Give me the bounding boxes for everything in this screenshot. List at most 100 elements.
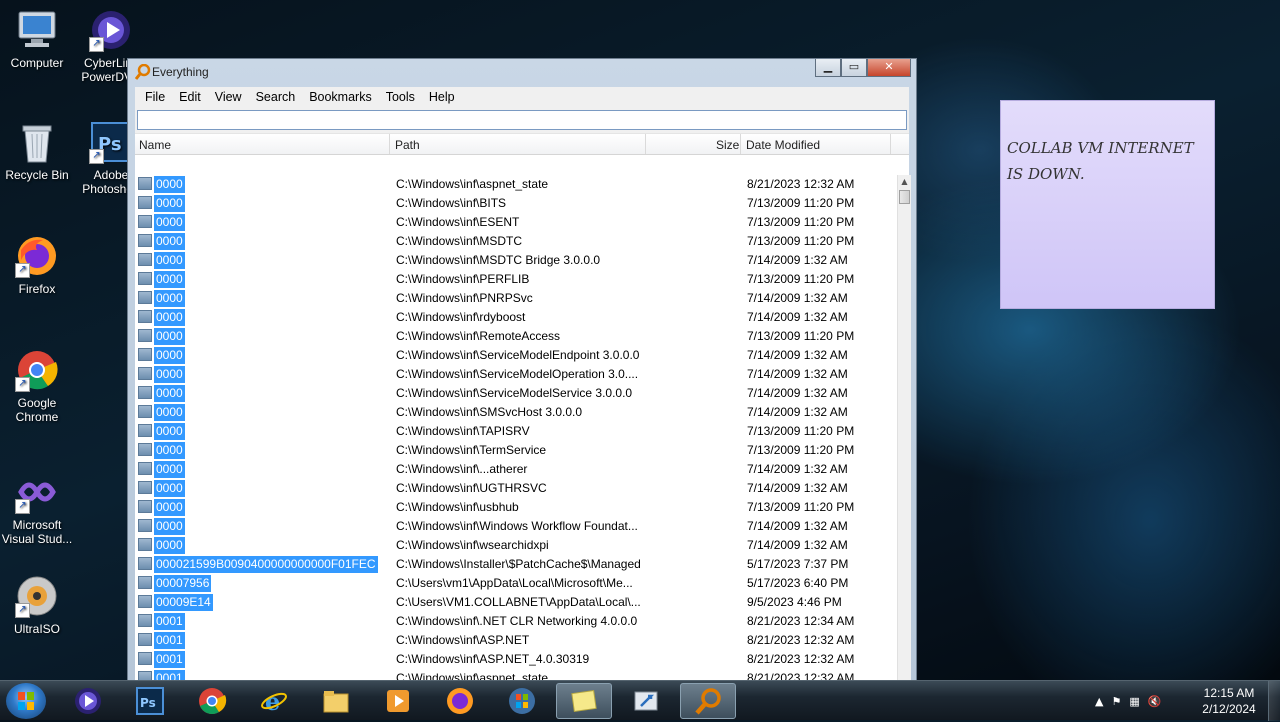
folder-icon — [138, 367, 152, 380]
scroll-thumb[interactable] — [899, 190, 910, 204]
taskbar-file-explorer[interactable] — [308, 683, 364, 719]
folder-icon — [138, 443, 152, 456]
taskbar-installer[interactable] — [618, 683, 674, 719]
desktop-icon-visual-studio[interactable]: ↗ Microsoft Visual Stud... — [0, 470, 74, 546]
desktop-icon-recycle-bin[interactable]: Recycle Bin — [0, 120, 74, 182]
menu-help[interactable]: Help — [422, 90, 462, 104]
row-date-modified: 7/13/2009 11:20 PM — [747, 329, 855, 343]
results-list[interactable]: 0000 C:\Windows\inf\aspnet_state 8/21/2023… — [135, 175, 895, 703]
column-divider[interactable] — [890, 134, 891, 154]
column-divider[interactable] — [740, 134, 741, 154]
table-row[interactable]: 0000 C:\Windows\inf\TAPISRV 7/13/2009 11:2… — [135, 422, 895, 441]
table-row[interactable]: 0001 C:\Windows\inf\.NET CLR Networking 4… — [135, 612, 895, 631]
table-row[interactable]: 0000 C:\Windows\inf\aspnet_state 8/21/2023… — [135, 175, 895, 194]
table-row[interactable]: 00007956 C:\Users\vm1\AppData\Local\Micro… — [135, 574, 895, 593]
search-input[interactable] — [137, 110, 907, 130]
row-date-modified: 9/5/2023 4:46 PM — [747, 595, 842, 609]
column-header-name[interactable]: Name — [139, 138, 171, 152]
desktop-icon-chrome[interactable]: ↗ Google Chrome — [0, 348, 74, 424]
row-name: 0000 — [154, 271, 185, 288]
table-row[interactable]: 000021599B0090400000000000F01FEC C:\Windo… — [135, 555, 895, 574]
column-header-date-modified[interactable]: Date Modified — [746, 138, 820, 152]
show-desktop-button[interactable] — [1268, 681, 1280, 721]
table-row[interactable]: 0000 C:\Windows\inf\...atherer 7/14/2009 1… — [135, 460, 895, 479]
table-row[interactable]: 0000 C:\Windows\inf\ServiceModelOperation… — [135, 365, 895, 384]
close-button[interactable]: ✕ — [867, 59, 911, 77]
table-row[interactable]: 0000 C:\Windows\inf\usbhub 7/13/2009 11:20… — [135, 498, 895, 517]
taskbar-chrome[interactable] — [184, 683, 240, 719]
taskbar-firefox[interactable] — [432, 683, 488, 719]
menu-bookmarks[interactable]: Bookmarks — [302, 90, 379, 104]
table-row[interactable]: 0000 C:\Windows\inf\SMSvcHost 3.0.0.0 7/14… — [135, 403, 895, 422]
magnifier-icon — [695, 688, 721, 715]
taskbar-windows-logo[interactable] — [494, 683, 550, 719]
taskbar-media-player[interactable] — [60, 683, 116, 719]
row-date-modified: 7/14/2009 1:32 AM — [747, 310, 848, 324]
show-hidden-icons-icon[interactable]: ▲ — [1095, 695, 1103, 708]
column-header-size[interactable]: Size — [716, 138, 739, 152]
taskbar-sticky-notes[interactable] — [556, 683, 612, 719]
sticky-note-text[interactable]: COLLAB VM INTERNET IS DOWN. — [1007, 139, 1194, 183]
table-row[interactable]: 0000 C:\Windows\inf\PNRPSvc 7/14/2009 1:32… — [135, 289, 895, 308]
folder-icon — [138, 253, 152, 266]
folder-icon — [138, 500, 152, 513]
table-row[interactable]: 0000 C:\Windows\inf\UGTHRSVC 7/14/2009 1:3… — [135, 479, 895, 498]
menu-tools[interactable]: Tools — [379, 90, 422, 104]
menu-edit[interactable]: Edit — [172, 90, 208, 104]
row-path: C:\Windows\inf\TermService — [396, 443, 547, 457]
folder-icon — [138, 348, 152, 361]
row-date-modified: 7/14/2009 1:32 AM — [747, 519, 848, 533]
table-row[interactable]: 0000 C:\Windows\inf\Windows Workflow Foun… — [135, 517, 895, 536]
table-row[interactable]: 0000 C:\Windows\inf\PERFLIB 7/13/2009 11:2… — [135, 270, 895, 289]
table-row[interactable]: 0000 C:\Windows\inf\rdyboost 7/14/2009 1:3… — [135, 308, 895, 327]
shortcut-arrow-icon: ↗ — [15, 263, 30, 278]
row-path: C:\Users\VM1.COLLABNET\AppData\Local\... — [396, 595, 641, 609]
column-divider[interactable] — [645, 134, 646, 154]
menu-file[interactable]: File — [138, 90, 172, 104]
row-name: 0000 — [154, 499, 185, 516]
table-row[interactable]: 0000 C:\Windows\inf\ServiceModelEndpoint … — [135, 346, 895, 365]
minimize-button[interactable]: ▁ — [815, 59, 841, 77]
table-row[interactable]: 0000 C:\Windows\inf\wsearchidxpi 7/14/2009… — [135, 536, 895, 555]
taskbar-media-center[interactable] — [370, 683, 426, 719]
table-row[interactable]: 0000 C:\Windows\inf\RemoteAccess 7/13/2009… — [135, 327, 895, 346]
table-row[interactable]: 0000 C:\Windows\inf\TermService 7/13/2009 … — [135, 441, 895, 460]
vertical-scrollbar[interactable]: ▲ — [897, 175, 911, 715]
table-row[interactable]: 0000 C:\Windows\inf\ServiceModelService 3… — [135, 384, 895, 403]
row-name: 0000 — [154, 214, 185, 231]
menu-view[interactable]: View — [208, 90, 249, 104]
start-button[interactable] — [6, 683, 46, 719]
row-date-modified: 7/14/2009 1:32 AM — [747, 253, 848, 267]
minimize-icon: ▁ — [823, 60, 833, 73]
table-row[interactable]: 00009E14 C:\Users\VM1.COLLABNET\AppData\L… — [135, 593, 895, 612]
action-center-flag-icon[interactable]: ⚑ — [1111, 695, 1121, 708]
maximize-button[interactable]: ▭ — [841, 59, 867, 77]
row-date-modified: 7/14/2009 1:32 AM — [747, 348, 848, 362]
menu-search[interactable]: Search — [249, 90, 303, 104]
desktop-icon-ultraiso[interactable]: ↗ UltraISO — [0, 574, 74, 636]
clock[interactable]: 12:15 AM 2/12/2024 — [1196, 685, 1262, 717]
table-row[interactable]: 0000 C:\Windows\inf\MSDTC 7/13/2009 11:20 … — [135, 232, 895, 251]
volume-muted-icon[interactable]: 🔇 — [1148, 695, 1162, 708]
title-bar[interactable]: Everything ▁ ▭ ✕ — [128, 59, 916, 87]
row-date-modified: 8/21/2023 12:34 AM — [747, 614, 855, 628]
column-divider[interactable] — [389, 134, 390, 154]
table-row[interactable]: 0000 C:\Windows\inf\BITS 7/13/2009 11:20 P… — [135, 194, 895, 213]
taskbar-photoshop[interactable]: Ps — [122, 683, 178, 719]
desktop-icon-computer[interactable]: Computer — [0, 8, 74, 70]
desktop-icon-firefox[interactable]: ↗ Firefox — [0, 234, 74, 296]
svg-text:Ps: Ps — [140, 696, 156, 710]
row-name: 0000 — [154, 461, 185, 478]
sticky-note[interactable]: COLLAB VM INTERNET IS DOWN. — [1000, 100, 1215, 309]
row-path: C:\Windows\inf\usbhub — [396, 500, 519, 514]
table-row[interactable]: 0000 C:\Windows\inf\ESENT 7/13/2009 11:20 … — [135, 213, 895, 232]
scroll-up-arrow-icon[interactable]: ▲ — [898, 175, 911, 189]
column-header-path[interactable]: Path — [395, 138, 420, 152]
table-row[interactable]: 0001 C:\Windows\inf\ASP.NET 8/21/2023 12:3… — [135, 631, 895, 650]
taskbar-everything[interactable] — [680, 683, 736, 719]
taskbar-internet-explorer[interactable]: e — [246, 683, 302, 719]
table-row[interactable]: 0001 C:\Windows\inf\ASP.NET_4.0.30319 8/21… — [135, 650, 895, 669]
table-row[interactable]: 0000 C:\Windows\inf\MSDTC Bridge 3.0.0.0 7… — [135, 251, 895, 270]
everything-window[interactable]: Everything ▁ ▭ ✕ File Edit View Search B… — [127, 58, 917, 715]
network-icon[interactable]: ▦ — [1129, 695, 1139, 708]
